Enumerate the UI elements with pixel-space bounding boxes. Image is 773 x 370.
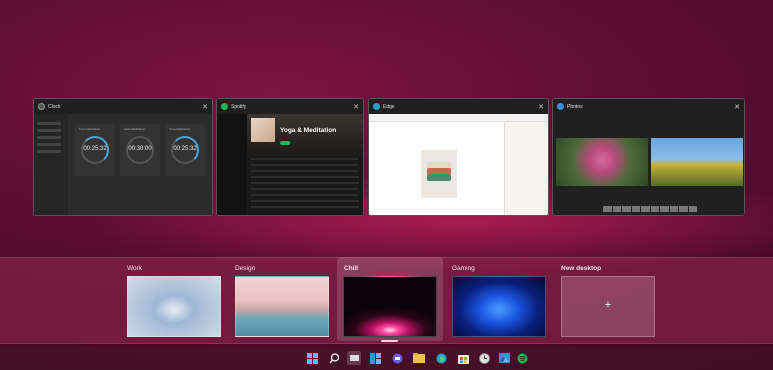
window-clock[interactable]: Clock ✕ Time Meditation 00:25:32 Insta M…	[33, 98, 213, 216]
track-row[interactable]	[251, 206, 359, 208]
playlist-cover	[251, 118, 275, 142]
play-button[interactable]	[280, 141, 290, 145]
close-icon[interactable]: ✕	[353, 103, 359, 111]
window-title: Photos	[567, 103, 583, 110]
track-row[interactable]	[251, 158, 359, 160]
window-spotify[interactable]: Spotify ✕ Yoga & Meditation	[216, 98, 364, 216]
web-page	[369, 122, 504, 215]
add-icon: +	[604, 299, 612, 311]
timer-label: Insta Meditation	[124, 127, 146, 131]
timer-time: 00:30:00	[128, 146, 152, 152]
timer-card[interactable]: Time Meditation 00:25:32	[165, 124, 205, 176]
product-image	[421, 150, 457, 198]
timer-label: Time Meditation	[79, 127, 101, 131]
desktop-thumbnail	[452, 276, 546, 337]
desktop-thumbnail: +	[561, 276, 655, 337]
spotify-playlist: Yoga & Meditation	[247, 114, 363, 215]
edge-icon[interactable]	[434, 351, 448, 365]
track-row[interactable]	[251, 170, 359, 172]
desktop-name: Chill	[344, 265, 359, 272]
switcher-handle[interactable]	[381, 340, 398, 342]
desktop-chill[interactable]: Chill	[337, 257, 443, 341]
close-icon[interactable]: ✕	[202, 103, 208, 111]
track-row[interactable]	[251, 200, 359, 202]
desktop-name: New desktop	[561, 265, 602, 272]
side-panel	[504, 122, 548, 215]
clock-app-icon[interactable]	[477, 351, 491, 365]
timer-label: Time Meditation	[169, 127, 191, 131]
window-titlebar[interactable]: Spotify ✕	[217, 99, 363, 114]
photos-icon[interactable]	[497, 351, 511, 365]
timer-time: 00:25:32	[83, 146, 107, 152]
timer-card[interactable]: Insta Meditation 00:30:00	[120, 124, 160, 176]
spotify-sidebar	[217, 114, 247, 215]
track-row[interactable]	[251, 164, 359, 166]
window-edge[interactable]: Edge ✕	[368, 98, 549, 216]
window-photos[interactable]: Photos ✕	[552, 98, 745, 216]
desktop-name: Work	[127, 265, 143, 272]
desktop-thumbnail	[127, 276, 221, 337]
photos-icon	[557, 103, 564, 110]
search-icon[interactable]	[327, 351, 341, 365]
close-icon[interactable]: ✕	[734, 103, 740, 111]
track-row[interactable]	[251, 176, 359, 178]
timer-time: 00:25:32	[173, 146, 197, 152]
window-titlebar[interactable]: Photos ✕	[553, 99, 744, 114]
microsoft-store-icon[interactable]	[456, 351, 470, 365]
spotify-icon	[221, 103, 228, 110]
window-titlebar[interactable]: Clock ✕	[34, 99, 212, 114]
browser-toolbar	[369, 114, 548, 122]
task-view-icon[interactable]	[347, 351, 361, 365]
file-explorer-icon[interactable]	[412, 351, 426, 365]
window-title: Edge	[383, 103, 395, 110]
desktop-name: Gaming	[452, 265, 475, 272]
track-row[interactable]	[251, 182, 359, 184]
close-icon[interactable]: ✕	[538, 103, 544, 111]
playlist-title: Yoga & Meditation	[280, 127, 337, 134]
taskbar	[0, 347, 773, 370]
filmstrip[interactable]	[603, 206, 697, 212]
track-row[interactable]	[251, 188, 359, 190]
window-title: Clock	[48, 103, 61, 110]
photo-flowers[interactable]	[651, 138, 743, 186]
chat-icon[interactable]	[390, 351, 404, 365]
widgets-icon[interactable]	[368, 351, 382, 365]
window-title: Spotify	[231, 103, 247, 110]
spotify-icon[interactable]	[515, 351, 529, 365]
photo-lotus[interactable]	[556, 138, 648, 186]
timer-card[interactable]: Time Meditation 00:25:32	[75, 124, 115, 176]
desktop-thumbnail	[343, 276, 437, 337]
windows-start-icon[interactable]	[305, 351, 319, 365]
clock-sidebar	[34, 114, 68, 215]
edge-icon	[373, 103, 380, 110]
clock-app-icon	[38, 103, 45, 110]
desktop-thumbnail	[235, 276, 329, 337]
desktop-name: Design	[235, 265, 256, 272]
track-row[interactable]	[251, 194, 359, 196]
window-titlebar[interactable]: Edge ✕	[369, 99, 548, 114]
